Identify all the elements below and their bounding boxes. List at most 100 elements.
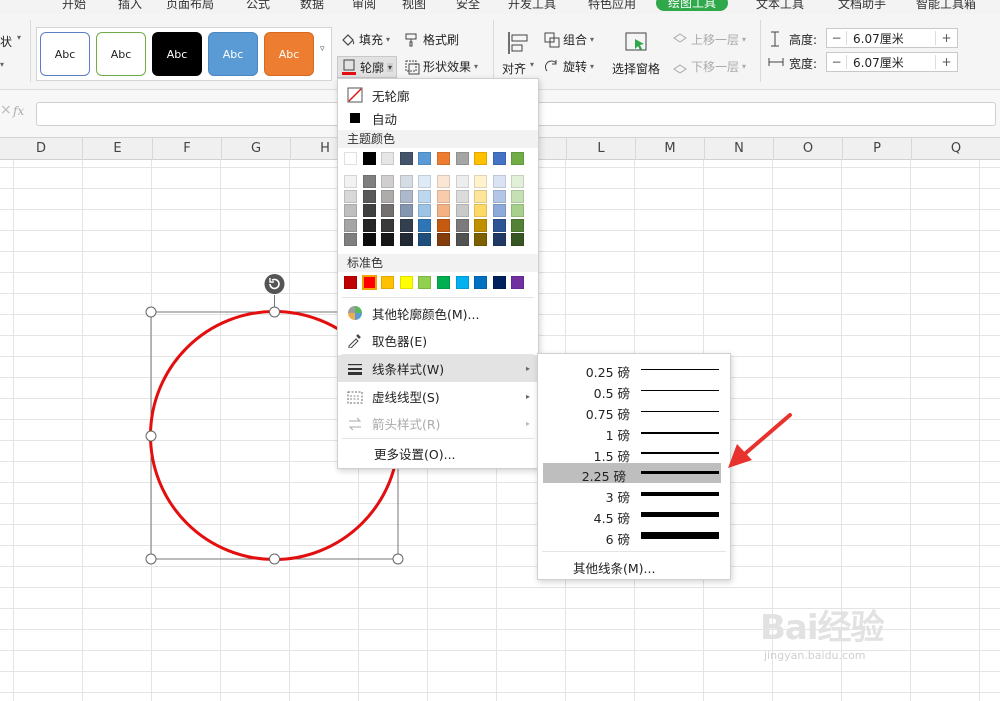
resize-handle-se[interactable] <box>392 553 404 565</box>
line-weight-option-selected[interactable]: 2.25 磅 <box>543 463 721 484</box>
theme-color-swatch[interactable] <box>418 233 432 246</box>
theme-color-swatch[interactable] <box>474 204 488 217</box>
theme-color-swatch[interactable] <box>455 233 469 246</box>
other-lines-label: 其他线条(M)... <box>573 560 656 576</box>
theme-color-swatch[interactable] <box>492 233 506 246</box>
theme-color-swatch[interactable] <box>437 233 450 246</box>
theme-color-swatch[interactable] <box>455 218 469 232</box>
more-outline-colors-item[interactable]: 其他轮廓颜色(M)... <box>338 301 538 325</box>
theme-color-swatch[interactable] <box>399 152 413 165</box>
theme-color-swatch[interactable] <box>381 233 395 246</box>
more-settings-item[interactable]: 更多设置(O)... <box>338 441 538 465</box>
theme-color-swatch[interactable] <box>362 233 376 246</box>
theme-color-swatch[interactable] <box>492 175 506 188</box>
standard-color-swatch[interactable] <box>511 276 525 289</box>
theme-color-swatch[interactable] <box>437 204 450 217</box>
line-weight-option[interactable]: 4.5 磅 <box>538 505 730 526</box>
theme-color-swatch[interactable] <box>474 218 488 232</box>
line-weight-option[interactable]: 1 磅 <box>538 422 730 443</box>
theme-color-swatch[interactable] <box>344 233 357 246</box>
theme-color-swatch[interactable] <box>344 189 357 203</box>
theme-color-swatch[interactable] <box>455 175 469 188</box>
line-weight-label: 6 磅 <box>605 532 630 547</box>
line-weight-option[interactable]: 6 磅 <box>538 526 730 547</box>
line-weight-option[interactable]: 0.25 磅 <box>538 359 730 380</box>
theme-color-swatch[interactable] <box>399 204 413 217</box>
line-weight-option[interactable]: 3 磅 <box>538 484 730 505</box>
outline-menu: 无轮廓 自动 主题颜色 标准色 其他轮廓颜色(M)... 取色器(E) 线条样式… <box>337 78 539 469</box>
theme-color-swatch[interactable] <box>418 152 432 165</box>
no-outline-item[interactable]: 无轮廓 <box>338 83 538 107</box>
standard-color-swatch[interactable] <box>492 276 506 289</box>
standard-color-swatch[interactable] <box>437 276 450 289</box>
theme-color-swatch[interactable] <box>437 175 450 188</box>
theme-color-swatch[interactable] <box>362 189 376 203</box>
theme-color-swatch[interactable] <box>381 152 395 165</box>
theme-color-swatch[interactable] <box>437 218 450 232</box>
standard-color-swatch[interactable] <box>361 275 377 290</box>
theme-color-swatch[interactable] <box>362 218 376 232</box>
theme-color-swatch[interactable] <box>437 189 450 203</box>
line-style-item[interactable]: 线条样式(W) ▸ <box>338 355 538 382</box>
theme-color-swatch[interactable] <box>492 218 506 232</box>
standard-color-swatch[interactable] <box>474 276 488 289</box>
standard-color-swatch[interactable] <box>455 276 469 289</box>
other-lines-item[interactable]: 其他线条(M)... <box>538 556 730 578</box>
resize-handle-nw[interactable] <box>145 306 157 318</box>
standard-color-swatch[interactable] <box>399 276 413 289</box>
theme-color-swatch[interactable] <box>381 175 395 188</box>
theme-color-swatch[interactable] <box>437 152 450 165</box>
line-weight-option[interactable]: 0.75 磅 <box>538 401 730 422</box>
theme-color-swatch[interactable] <box>418 175 432 188</box>
theme-color-swatch[interactable] <box>474 175 488 188</box>
theme-color-swatch[interactable] <box>511 204 525 217</box>
line-weight-option[interactable]: 1.5 磅 <box>538 443 730 464</box>
theme-color-swatch[interactable] <box>511 218 525 232</box>
theme-color-swatch[interactable] <box>381 204 395 217</box>
theme-color-swatch[interactable] <box>511 152 525 165</box>
theme-color-swatch[interactable] <box>511 189 525 203</box>
standard-color-swatch[interactable] <box>418 276 432 289</box>
theme-color-swatch[interactable] <box>362 204 376 217</box>
eyedropper-item[interactable]: 取色器(E) <box>338 328 538 352</box>
theme-color-swatch[interactable] <box>344 204 357 217</box>
watermark-url: jingyan.baidu.com <box>764 649 866 662</box>
theme-color-swatch[interactable] <box>418 218 432 232</box>
theme-color-swatch[interactable] <box>399 233 413 246</box>
dash-type-item[interactable]: 虚线线型(S) ▸ <box>338 383 538 410</box>
auto-color-item[interactable]: 自动 <box>338 106 538 130</box>
theme-color-swatch[interactable] <box>511 233 525 246</box>
theme-color-swatch[interactable] <box>399 189 413 203</box>
theme-color-swatch[interactable] <box>344 218 357 232</box>
theme-color-swatch[interactable] <box>492 189 506 203</box>
theme-color-swatch[interactable] <box>399 218 413 232</box>
resize-handle-n[interactable] <box>269 306 280 318</box>
theme-color-swatch[interactable] <box>474 189 488 203</box>
theme-color-swatch[interactable] <box>344 175 357 188</box>
standard-color-swatch[interactable] <box>344 276 357 289</box>
theme-color-swatch[interactable] <box>474 233 488 246</box>
theme-color-swatch[interactable] <box>455 204 469 217</box>
theme-color-swatch[interactable] <box>418 204 432 217</box>
line-weight-option[interactable]: 0.5 磅 <box>538 380 730 401</box>
theme-color-swatch[interactable] <box>418 189 432 203</box>
theme-color-swatch[interactable] <box>455 189 469 203</box>
theme-color-swatch[interactable] <box>381 189 395 203</box>
theme-color-swatch[interactable] <box>344 152 357 165</box>
theme-color-swatch[interactable] <box>474 152 488 165</box>
line-sample <box>641 532 719 539</box>
resize-handle-w[interactable] <box>145 430 157 442</box>
rotate-handle-icon[interactable] <box>264 274 285 294</box>
theme-color-swatch[interactable] <box>362 175 376 188</box>
theme-color-swatch[interactable] <box>399 175 413 188</box>
arrow-style-item[interactable]: 箭头样式(R) ▸ <box>338 410 538 437</box>
theme-color-swatch[interactable] <box>455 152 469 165</box>
resize-handle-s[interactable] <box>269 553 280 565</box>
resize-handle-sw[interactable] <box>145 553 157 565</box>
theme-color-swatch[interactable] <box>362 152 376 165</box>
theme-color-swatch[interactable] <box>492 152 506 165</box>
theme-color-swatch[interactable] <box>492 204 506 217</box>
theme-color-swatch[interactable] <box>381 218 395 232</box>
standard-color-swatch[interactable] <box>381 276 395 289</box>
theme-color-swatch[interactable] <box>511 175 525 188</box>
